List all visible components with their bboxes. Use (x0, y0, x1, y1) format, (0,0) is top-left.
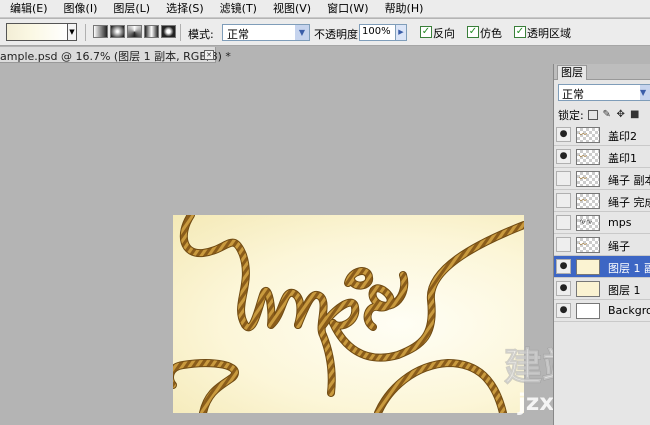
eye-icon[interactable] (556, 237, 571, 252)
brush-icon[interactable]: ✎ (602, 110, 612, 120)
rope-thumbnail-icon: 〰 (579, 196, 587, 205)
radial-gradient-icon[interactable] (110, 25, 125, 38)
gradient-picker-dropdown[interactable]: ▼ (67, 23, 77, 41)
move-icon[interactable]: ✥ (616, 110, 626, 120)
layer-name: 盖印2 (608, 130, 637, 143)
layer-thumbnail: 〰 (576, 149, 600, 165)
menu-window[interactable]: 窗口(W) (317, 0, 368, 18)
rope-thumbnail-icon: 〰 (579, 240, 587, 249)
layer-row[interactable]: 〰 绳子 副本 (554, 168, 650, 190)
eye-icon[interactable]: ● (556, 281, 571, 296)
layer-thumbnail: ∿∿ (576, 215, 600, 231)
rope-thumbnail-icon: 〰 (579, 152, 587, 161)
layer-name: 绳子 副本 (608, 174, 650, 187)
layer-row[interactable]: ∿∿ mps (554, 212, 650, 234)
separator (85, 24, 86, 41)
menu-bar: 编辑(E) 图像(I) 图层(L) 选择(S) 滤镜(T) 视图(V) 窗口(W… (0, 0, 650, 18)
reflected-gradient-icon[interactable] (144, 25, 159, 38)
document-tab[interactable]: ample.psd @ 16.7% (图层 1 副本, RGB/8) * ✕ (0, 47, 231, 63)
blend-mode-value: 正常 (562, 88, 584, 101)
layer-name: 绳子 完成 (608, 196, 650, 209)
panel-tab-bar: 图层 (554, 64, 650, 80)
layer-thumbnail (576, 281, 600, 297)
transparency-checkbox[interactable]: ✓ (514, 26, 526, 38)
layer-thumbnail (576, 303, 600, 319)
options-bar: ▼ 模式: 正常 ▼ 不透明度: 100% ▶ ✓ 反向 ✓ 仿色 ✓ 透明区域 (0, 19, 650, 46)
eye-icon[interactable] (556, 171, 571, 186)
menu-edit[interactable]: 编辑(E) (0, 0, 48, 18)
layer-name: 绳子 (608, 240, 630, 253)
gradient-preview[interactable] (6, 23, 69, 41)
layer-row[interactable]: 〰 绳子 完成 (554, 190, 650, 212)
layer-thumbnail: 〰 (576, 193, 600, 209)
layers-panel: 图层 正常 ▼ 锁定: ✎ ✥ ■ ●〰盖印2●〰盖印1〰绳子 副本〰绳子 完成… (553, 64, 650, 425)
mode-value: 正常 (227, 28, 249, 41)
layer-name: Background (608, 304, 650, 317)
eye-icon[interactable]: ● (556, 259, 571, 274)
transparency-label: 透明区域 (527, 27, 571, 40)
dither-checkbox[interactable]: ✓ (467, 26, 479, 38)
layer-name: 盖印1 (608, 152, 637, 165)
menu-select[interactable]: 选择(S) (156, 0, 204, 18)
text-layer-thumbnail-icon: ∿∿ (579, 217, 593, 226)
layer-list: ●〰盖印2●〰盖印1〰绳子 副本〰绳子 完成∿∿mps〰绳子●图层 1 副本●图… (554, 124, 650, 322)
lock-label: 锁定: (558, 109, 584, 122)
layer-thumbnail: 〰 (576, 237, 600, 253)
rope-thumbnail-icon: 〰 (579, 174, 587, 183)
mode-select[interactable]: 正常 ▼ (222, 24, 310, 41)
opacity-field[interactable]: 100% (359, 24, 396, 41)
layer-row[interactable]: ● Background (554, 300, 650, 322)
layer-name: 图层 1 副本 (608, 262, 650, 275)
layer-thumbnail: 〰 (576, 171, 600, 187)
rope-artwork (173, 215, 524, 413)
document-canvas[interactable] (173, 215, 524, 413)
chevron-down-icon: ▼ (295, 25, 309, 40)
menu-layer[interactable]: 图层(L) (103, 0, 150, 18)
dither-label: 仿色 (480, 27, 502, 40)
reverse-label: 反向 (433, 27, 455, 40)
eye-icon[interactable]: ● (556, 149, 571, 164)
menu-help[interactable]: 帮助(H) (375, 0, 424, 18)
angle-gradient-icon[interactable] (127, 25, 142, 38)
diamond-gradient-icon[interactable] (161, 25, 176, 38)
opacity-slider-arrow-icon[interactable]: ▶ (395, 24, 407, 41)
opacity-value: 100% (362, 26, 391, 37)
menu-image[interactable]: 图像(I) (54, 0, 98, 18)
lock-icon[interactable]: ■ (630, 110, 640, 120)
layer-thumbnail (576, 259, 600, 275)
eye-icon[interactable]: ● (556, 127, 571, 142)
lock-row: 锁定: ✎ ✥ ■ (558, 108, 644, 122)
layer-name: mps (608, 216, 632, 229)
menu-view[interactable]: 视图(V) (263, 0, 311, 18)
opacity-label: 不透明度: (314, 28, 362, 41)
gradient-type-group (93, 25, 176, 38)
eye-icon[interactable] (556, 215, 571, 230)
layer-row[interactable]: ● 〰 盖印2 (554, 124, 650, 146)
layer-blend-mode-select[interactable]: 正常 ▼ (558, 84, 650, 101)
tab-layers[interactable]: 图层 (557, 65, 587, 80)
eye-icon[interactable]: ● (556, 303, 571, 318)
layer-row[interactable]: ● 图层 1 副本 (554, 256, 650, 278)
close-icon[interactable]: ✕ (204, 50, 214, 60)
layer-row[interactable]: 〰 绳子 (554, 234, 650, 256)
eye-icon[interactable] (556, 193, 571, 208)
layer-name: 图层 1 (608, 284, 641, 297)
document-title: ample.psd @ 16.7% (图层 1 副本, RGB/8) * (0, 50, 231, 63)
lock-transparency-icon[interactable] (587, 110, 598, 120)
rope-thumbnail-icon: 〰 (579, 130, 587, 139)
reverse-checkbox[interactable]: ✓ (420, 26, 432, 38)
layer-row[interactable]: ● 图层 1 (554, 278, 650, 300)
menu-filter[interactable]: 滤镜(T) (210, 0, 257, 18)
linear-gradient-icon[interactable] (93, 25, 108, 38)
chevron-down-icon: ▼ (640, 85, 650, 100)
layer-thumbnail: 〰 (576, 127, 600, 143)
mode-label: 模式: (188, 28, 214, 41)
separator (180, 24, 181, 41)
layer-row[interactable]: ● 〰 盖印1 (554, 146, 650, 168)
